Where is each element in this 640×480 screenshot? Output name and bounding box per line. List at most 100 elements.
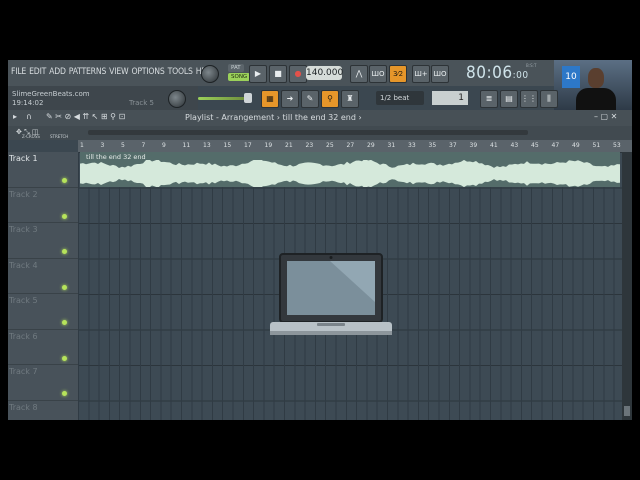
piano-roll-icon[interactable]: ▤ xyxy=(500,90,518,108)
ruler-tick: 53 xyxy=(613,142,621,149)
track-name: Track 3 xyxy=(9,225,38,234)
ruler-tick: 25 xyxy=(326,142,334,149)
playlist-titlebar: ▸ ∩ ✎ ✂ ⊘ ◀ ⇈ ↖ ⊞ ⚲ ⊡ Playlist - Arrange… xyxy=(8,110,632,126)
track-header[interactable]: Track 2 xyxy=(8,188,78,223)
track-header[interactable]: Track 1 xyxy=(8,152,78,188)
track-name: Track 6 xyxy=(9,331,38,341)
scroll-thumb[interactable] xyxy=(624,406,630,416)
clock-main: 80:06 xyxy=(466,63,513,83)
hint-track: Track 5 xyxy=(129,99,154,107)
horizontal-scrollbar[interactable] xyxy=(88,130,528,135)
track-header[interactable]: Track 7 xyxy=(8,365,78,401)
track-name: Track 8 xyxy=(9,402,38,412)
ruler-tick: 51 xyxy=(592,142,601,149)
ruler-tick: 43 xyxy=(510,142,519,149)
ruler-tick: 15 xyxy=(223,142,232,149)
track-header[interactable]: Track 3 xyxy=(8,223,78,259)
arrow-right-icon[interactable]: ➜ xyxy=(281,90,299,108)
ruler-tick: 11 xyxy=(182,142,191,149)
ruler-tick: 9 xyxy=(162,142,166,149)
master-volume-knob[interactable] xyxy=(201,65,219,83)
tempo-display[interactable]: 140.000 xyxy=(306,66,343,80)
slider-handle[interactable] xyxy=(244,93,252,103)
snap-selector[interactable]: 1/2 beat xyxy=(376,91,424,105)
track-name: Track 7 xyxy=(9,367,38,376)
song-position-clock: 80:06:00 xyxy=(466,63,550,85)
link-icon[interactable]: ⚲ xyxy=(321,90,339,108)
stretch-label[interactable]: STRETCH xyxy=(50,134,68,139)
track-mute-led[interactable] xyxy=(62,178,67,183)
zcross-label[interactable]: Z-CROSS xyxy=(22,134,40,139)
ruler-tick: 33 xyxy=(408,142,416,149)
waveform xyxy=(80,160,620,187)
jersey-graphic: 10 xyxy=(562,66,580,88)
track-mute-led[interactable] xyxy=(62,355,67,361)
menu-edit[interactable]: EDIT xyxy=(29,67,46,77)
ruler-tick: 49 xyxy=(572,142,580,149)
track-name: Track 5 xyxy=(9,296,38,305)
clock-format-label: B:S:T xyxy=(526,63,537,68)
master-pitch-knob[interactable] xyxy=(168,90,186,108)
metronome-icon[interactable]: ⋀ xyxy=(350,65,368,83)
pat-toggle[interactable]: PAT xyxy=(228,64,244,72)
channel-rack-icon[interactable]: ⋮⋮ xyxy=(520,90,538,108)
pattern-stepper[interactable]: 1 xyxy=(432,91,468,105)
countdown-button[interactable]: 3⁄2 xyxy=(389,65,407,83)
ruler-tick: 39 xyxy=(469,142,478,149)
track-name: Track 4 xyxy=(9,260,38,270)
track-header[interactable]: Track 8 xyxy=(8,401,78,421)
loop-record-icon[interactable]: Ш+ xyxy=(412,65,430,83)
play-button[interactable]: ▶ xyxy=(249,65,267,83)
pencil-icon[interactable]: ✎ xyxy=(301,90,319,108)
timeline-ruler[interactable]: 1 3 5 7 9 11 13 15 17 19 21 23 25 27 29 … xyxy=(78,140,632,152)
stamp-icon[interactable]: ♜ xyxy=(341,90,359,108)
ruler-tick: 23 xyxy=(305,142,314,149)
menu-file[interactable]: FILE xyxy=(11,67,26,77)
record-button[interactable]: ● xyxy=(289,65,307,83)
ruler-tick: 47 xyxy=(551,142,560,149)
window-controls-icon[interactable]: – ▢ ✕ xyxy=(594,112,617,121)
mixer-icon[interactable]: ⫼ xyxy=(540,90,558,108)
webcam-overlay: 10 xyxy=(554,60,632,110)
track-mute-led[interactable] xyxy=(62,213,67,219)
audio-clip[interactable]: till the end 32 end xyxy=(80,152,620,187)
blend-notes-icon[interactable]: ШO xyxy=(431,65,449,83)
track-header[interactable]: Track 5 xyxy=(8,294,78,330)
stop-button[interactable]: ■ xyxy=(269,65,287,83)
track-mute-led[interactable] xyxy=(62,320,67,325)
master-volume-slider[interactable] xyxy=(198,97,248,100)
ruler-tick: 3 xyxy=(100,142,105,149)
fl-studio-window: FILE EDIT ADD PATTERNS VIEW OPTIONS TOOL… xyxy=(8,60,632,420)
song-toggle[interactable]: SONG xyxy=(228,73,251,81)
menu-view[interactable]: VIEW xyxy=(109,67,129,77)
track-name: Track 1 xyxy=(9,154,38,163)
menu-patterns[interactable]: PATTERNS xyxy=(69,67,107,77)
track-mute-led[interactable] xyxy=(62,391,67,396)
ruler-tick: 5 xyxy=(121,142,125,149)
track-mute-led[interactable] xyxy=(62,249,67,254)
wait-input-icon[interactable]: ШO xyxy=(369,65,387,83)
track-mute-led[interactable] xyxy=(62,284,67,290)
track-header[interactable]: Track 4 xyxy=(8,259,78,294)
vertical-scrollbar[interactable] xyxy=(622,152,632,420)
ruler-tick: 37 xyxy=(449,142,457,149)
ruler-tick: 27 xyxy=(346,142,355,149)
ruler-tick: 41 xyxy=(490,142,498,149)
menu-add[interactable]: ADD xyxy=(49,67,66,77)
ruler-tick: 45 xyxy=(531,142,539,149)
ruler-tick: 35 xyxy=(428,142,437,149)
menu-tools[interactable]: TOOLS xyxy=(168,67,193,77)
magnet-icon[interactable]: ∩ xyxy=(26,112,32,121)
ruler-tick: 17 xyxy=(244,142,252,149)
playlist-tools: ✥ ⤡ ◫ Z-CROSS STRETCH xyxy=(8,126,632,140)
track-header[interactable]: Track 6 xyxy=(8,330,78,365)
breadcrumb[interactable]: Playlist - Arrangement › till the end 32… xyxy=(185,113,362,122)
menu-arrow-icon[interactable]: ▸ xyxy=(13,112,17,121)
typing-keyboard-icon[interactable]: ▦ xyxy=(261,90,279,108)
paint-icon[interactable]: ✎ ✂ ⊘ ◀ ⇈ ↖ ⊞ ⚲ ⊡ xyxy=(46,112,125,121)
playlist-icon[interactable]: ≣ xyxy=(480,90,498,108)
menu-options[interactable]: OPTIONS xyxy=(131,67,164,77)
track-name: Track 2 xyxy=(9,189,38,199)
laptop-icon xyxy=(270,253,392,335)
clock-small: :00 xyxy=(512,70,529,81)
